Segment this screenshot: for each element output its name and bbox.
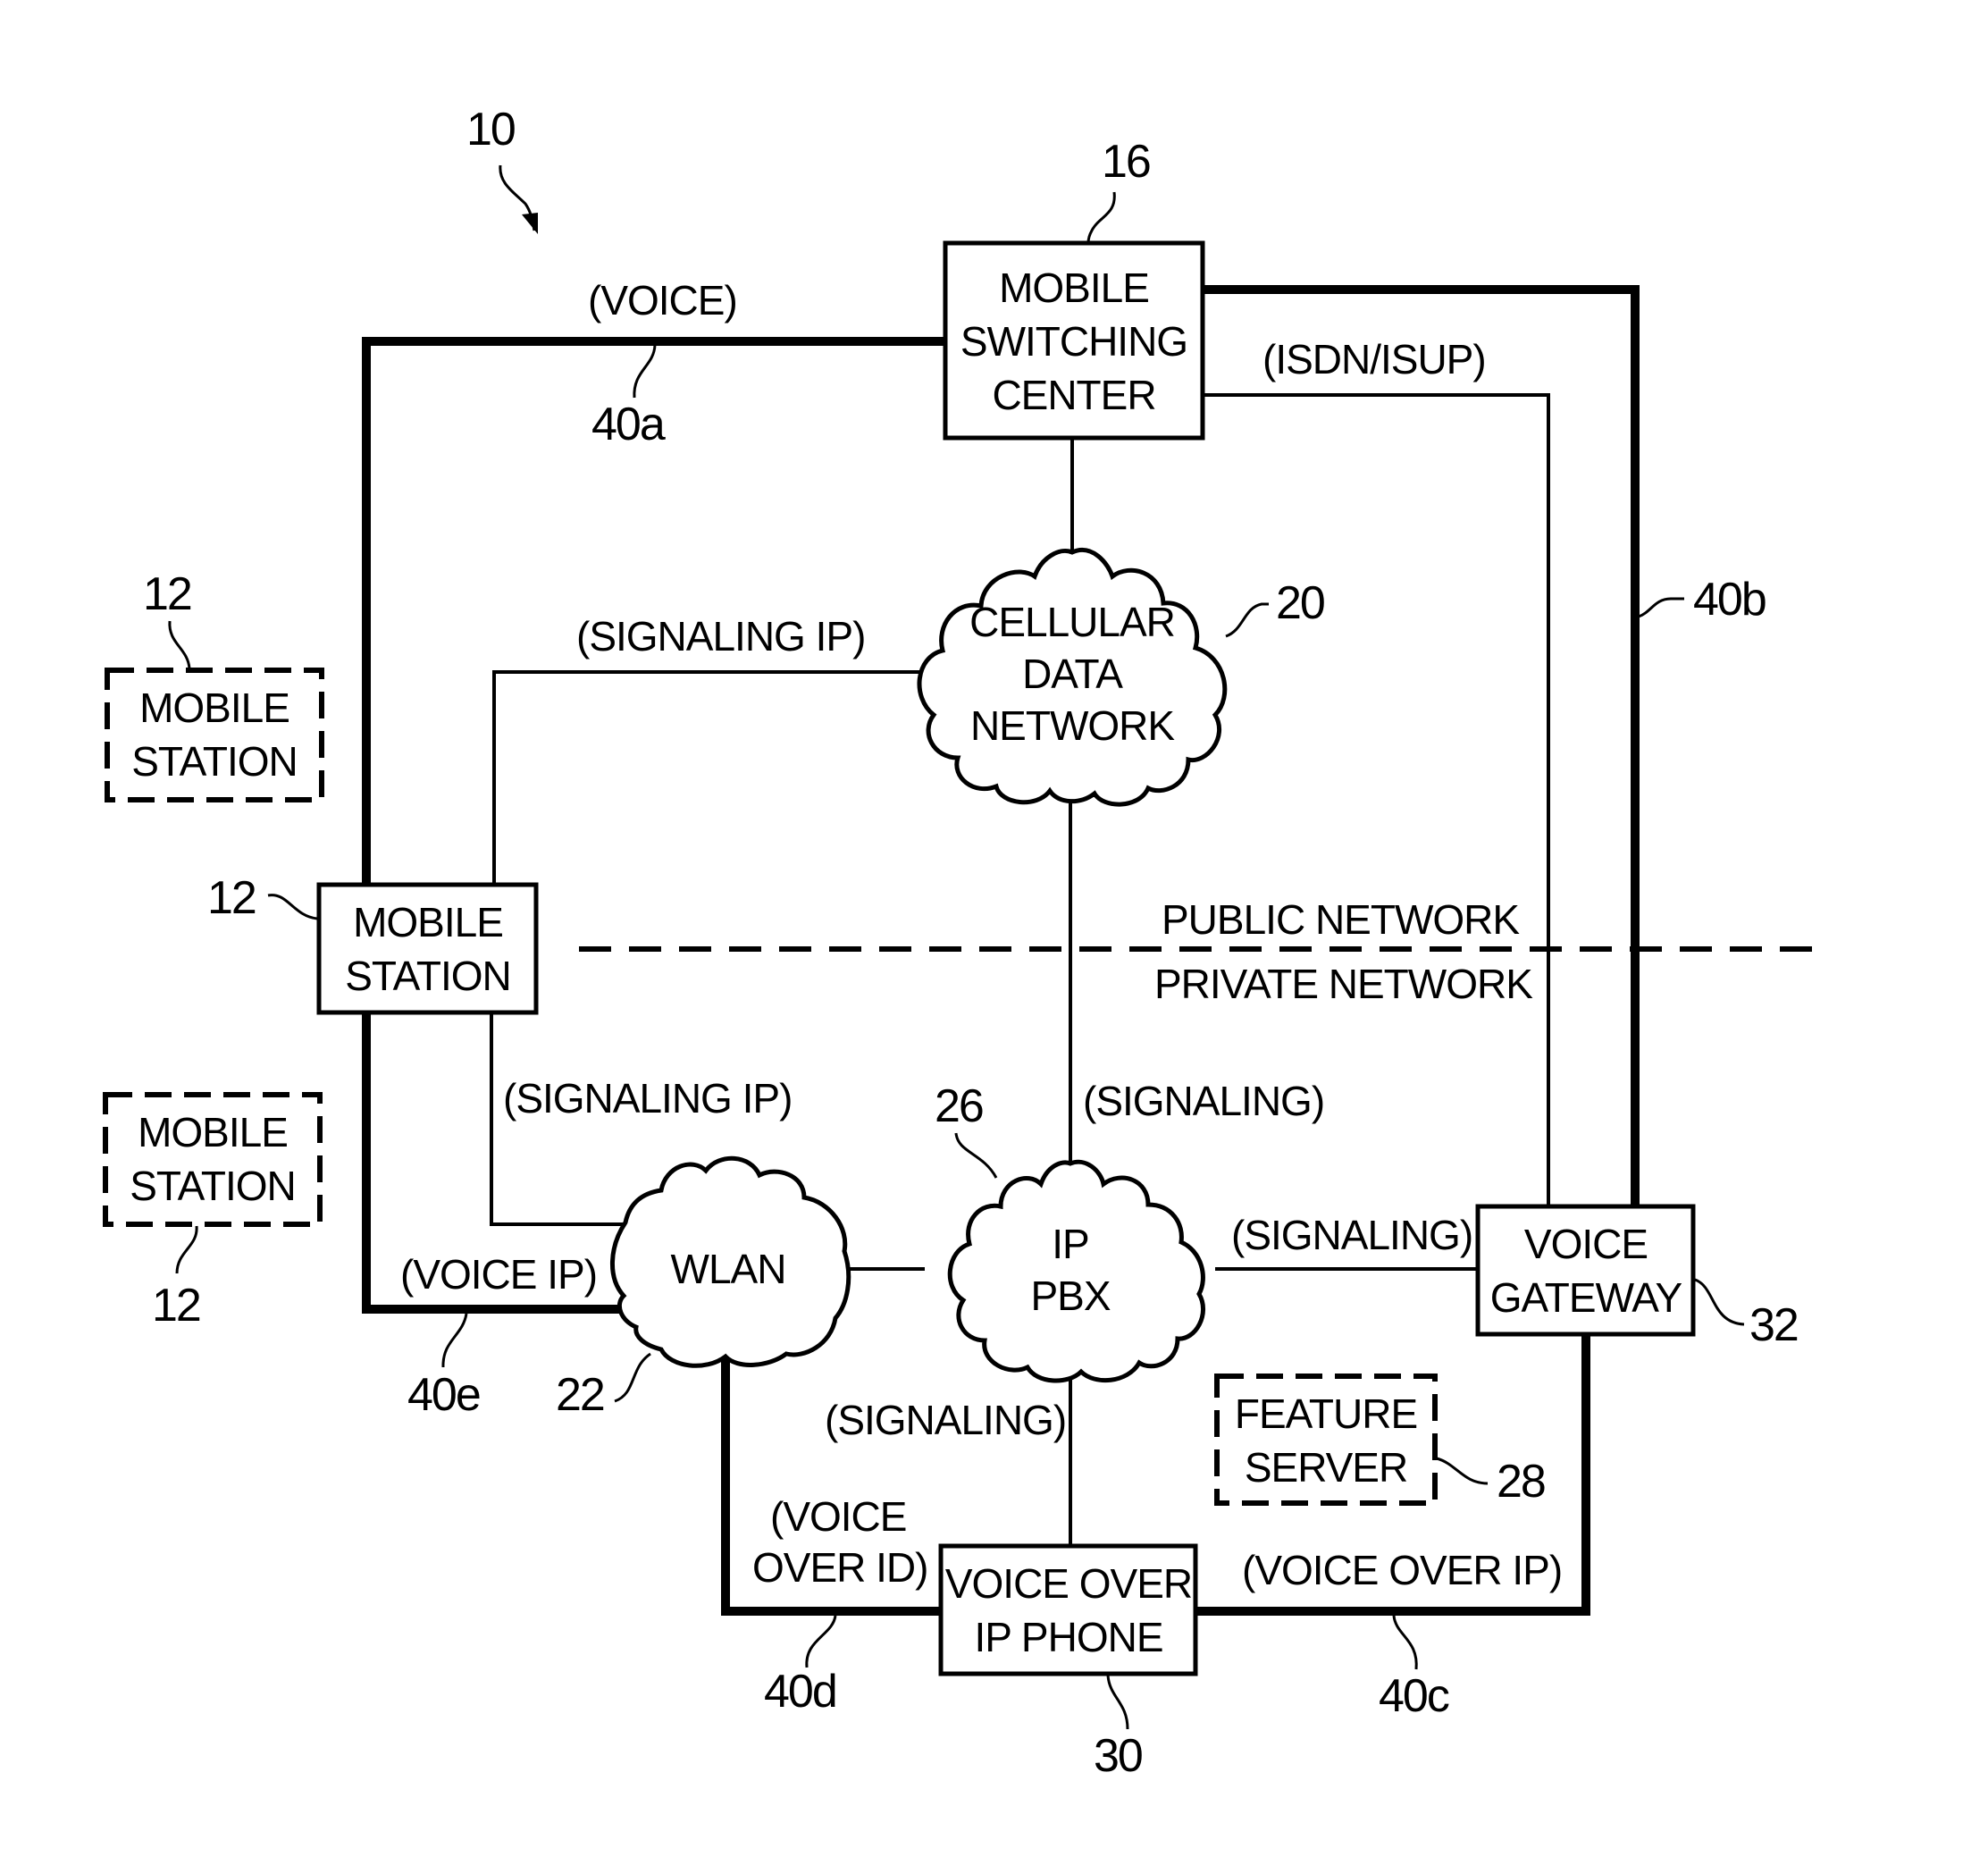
ip-pbx-cloud: IP PBX xyxy=(947,1159,1206,1383)
link-40e-ref-leader xyxy=(441,1313,468,1368)
wlan-label: WLAN xyxy=(671,1246,786,1292)
signaling-cell-pbx-label: (SIGNALING) xyxy=(1083,1078,1324,1124)
link-40a-label: (VOICE) xyxy=(588,277,737,323)
link-40a-ref-leader xyxy=(633,344,657,399)
ms-top-line-1: MOBILE xyxy=(139,685,289,731)
gateway-ref-leader xyxy=(1694,1278,1745,1326)
gateway-ref: 32 xyxy=(1749,1299,1798,1351)
voice-gateway: VOICE GATEWAY xyxy=(1475,1204,1696,1337)
voip-phone: VOICE OVER IP PHONE xyxy=(938,1543,1198,1676)
feature-line-1: FEATURE xyxy=(1235,1390,1417,1437)
figure-arrowhead-icon xyxy=(522,213,538,234)
mobile-station-top: MOBILE STATION xyxy=(105,668,324,802)
ms-bottom-line-1: MOBILE xyxy=(138,1109,288,1155)
link-signaling-ip-top xyxy=(492,670,920,885)
mobile-switching-center: MOBILE SWITCHING CENTER xyxy=(943,240,1205,441)
link-40c-label: (VOICE OVER IP) xyxy=(1242,1547,1562,1593)
link-40b xyxy=(1203,285,1640,1206)
cellular-line-1: CELLULAR xyxy=(969,599,1175,645)
msc-ref: 16 xyxy=(1102,136,1150,188)
ms-top-line-2: STATION xyxy=(131,738,298,785)
link-40e-label: (VOICE IP) xyxy=(400,1251,597,1298)
public-network-label: PUBLIC NETWORK xyxy=(1162,896,1520,943)
ms-main-line-1: MOBILE xyxy=(353,899,503,945)
link-40d-label-line-2: OVER ID) xyxy=(752,1544,927,1591)
phone-line-2: IP PHONE xyxy=(975,1614,1163,1660)
pbx-line-2: PBX xyxy=(1030,1273,1110,1319)
link-40b-ref: 40b xyxy=(1693,574,1766,626)
cellular-ref: 20 xyxy=(1276,577,1324,629)
cellular-line-2: DATA xyxy=(1022,651,1123,697)
mobile-station-main: MOBILE STATION xyxy=(316,882,539,1015)
link-40c-ref-leader xyxy=(1392,1615,1418,1670)
gateway-line-2: GATEWAY xyxy=(1490,1274,1682,1321)
network-diagram: 10 PUBLIC NETWORK PRIVATE NETWORK MOBILE… xyxy=(103,104,1827,1782)
isdn-label: (ISDN/ISUP) xyxy=(1262,336,1486,382)
link-40c-ref: 40c xyxy=(1379,1670,1449,1722)
pbx-ref: 26 xyxy=(935,1080,983,1132)
pbx-ref-leader xyxy=(954,1132,998,1179)
signaling-pbx-phone-label: (SIGNALING) xyxy=(825,1397,1066,1443)
ms-main-ref: 12 xyxy=(207,872,256,924)
link-40d-ref: 40d xyxy=(764,1666,836,1718)
wlan-cloud: WLAN xyxy=(610,1155,851,1368)
signaling-ip-bottom-label: (SIGNALING IP) xyxy=(503,1075,792,1122)
cellular-ref-leader xyxy=(1225,602,1269,638)
ms-bottom-ref-leader xyxy=(175,1225,198,1274)
cellular-line-3: NETWORK xyxy=(970,702,1175,749)
wlan-ref: 22 xyxy=(556,1369,604,1421)
feature-line-2: SERVER xyxy=(1245,1444,1407,1491)
msc-line-2: SWITCHING xyxy=(960,318,1187,365)
link-40e-ref: 40e xyxy=(407,1369,480,1421)
ms-main-ref-leader xyxy=(267,894,318,920)
phone-line-1: VOICE OVER xyxy=(945,1560,1192,1607)
gateway-line-1: VOICE xyxy=(1524,1221,1648,1267)
signaling-pbx-gateway-label: (SIGNALING) xyxy=(1231,1212,1472,1258)
msc-ref-leader xyxy=(1086,191,1116,244)
pbx-line-1: IP xyxy=(1052,1221,1088,1267)
msc-line-1: MOBILE xyxy=(999,265,1149,311)
link-40d-label-line-1: (VOICE xyxy=(770,1493,906,1540)
msc-line-3: CENTER xyxy=(992,372,1155,418)
cellular-data-network-cloud: CELLULAR DATA NETWORK xyxy=(917,548,1228,807)
phone-ref: 30 xyxy=(1094,1730,1142,1782)
feature-ref: 28 xyxy=(1497,1456,1545,1508)
ms-bottom-ref: 12 xyxy=(152,1280,200,1332)
private-network-label: PRIVATE NETWORK xyxy=(1154,961,1533,1007)
signaling-ip-top-label: (SIGNALING IP) xyxy=(576,613,865,659)
ms-main-line-2: STATION xyxy=(345,953,511,999)
mobile-station-bottom: MOBILE STATION xyxy=(103,1092,323,1227)
feature-server: FEATURE SERVER xyxy=(1214,1374,1438,1506)
wlan-ref-leader xyxy=(614,1352,651,1403)
ms-bottom-line-2: STATION xyxy=(130,1163,296,1209)
ms-top-ref: 12 xyxy=(143,568,191,620)
link-40a-ref: 40a xyxy=(591,399,666,450)
figure-ref: 10 xyxy=(466,104,515,155)
ms-top-ref-leader xyxy=(168,620,191,669)
phone-ref-leader xyxy=(1106,1675,1129,1730)
link-40b-ref-leader xyxy=(1638,597,1684,618)
feature-ref-leader xyxy=(1436,1457,1489,1485)
link-40d-ref-leader xyxy=(805,1615,837,1668)
